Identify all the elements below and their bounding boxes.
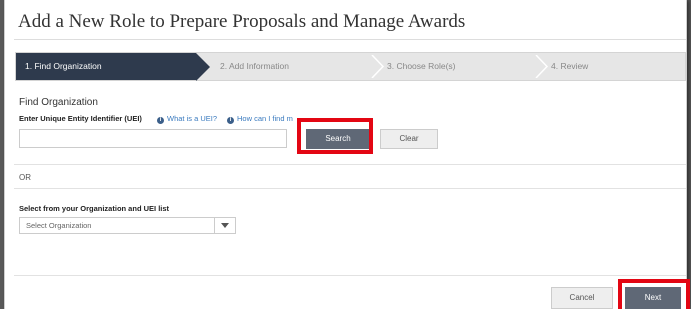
- active-step-arrow: [196, 53, 210, 81]
- clear-button[interactable]: Clear: [380, 129, 438, 149]
- info-icon: i: [157, 117, 164, 124]
- find-organization-heading: Find Organization: [19, 97, 98, 108]
- step-find-organization: 1. Find Organization: [16, 53, 196, 80]
- how-to-find-uei-link[interactable]: i How can I find m: [227, 114, 293, 124]
- step-divider-icon: [535, 55, 549, 78]
- or-separator: OR: [19, 173, 31, 182]
- step-review: 4. Review: [551, 61, 589, 71]
- uei-field-label: Enter Unique Entity Identifier (UEI): [19, 114, 142, 123]
- next-highlight-box: [618, 279, 690, 309]
- uei-input[interactable]: [19, 129, 287, 148]
- org-list-label: Select from your Organization and UEI li…: [19, 204, 170, 213]
- section-divider: [14, 164, 686, 165]
- step-divider-icon: [371, 55, 385, 78]
- cancel-button[interactable]: Cancel: [551, 287, 613, 309]
- chevron-down-icon: [221, 223, 229, 228]
- section-divider: [14, 188, 686, 189]
- step-choose-roles: 3. Choose Role(s): [387, 61, 456, 71]
- dropdown-toggle[interactable]: [214, 218, 235, 233]
- dialog-window: Add a New Role to Prepare Proposals and …: [4, 0, 690, 309]
- how-to-find-uei-label: How can I find m: [237, 114, 293, 123]
- footer-divider: [14, 275, 686, 276]
- what-is-uei-link[interactable]: i What is a UEI?: [157, 114, 217, 124]
- step-add-information: 2. Add Information: [220, 61, 289, 71]
- page-title: Add a New Role to Prepare Proposals and …: [18, 11, 466, 32]
- title-divider: [14, 39, 686, 40]
- organization-select[interactable]: Select Organization: [19, 217, 236, 234]
- info-icon: i: [227, 117, 234, 124]
- organization-select-value: Select Organization: [26, 221, 92, 230]
- search-highlight-box: [297, 118, 373, 154]
- what-is-uei-label: What is a UEI?: [167, 114, 218, 123]
- progress-stepper: 1. Find Organization 2. Add Information …: [15, 52, 686, 81]
